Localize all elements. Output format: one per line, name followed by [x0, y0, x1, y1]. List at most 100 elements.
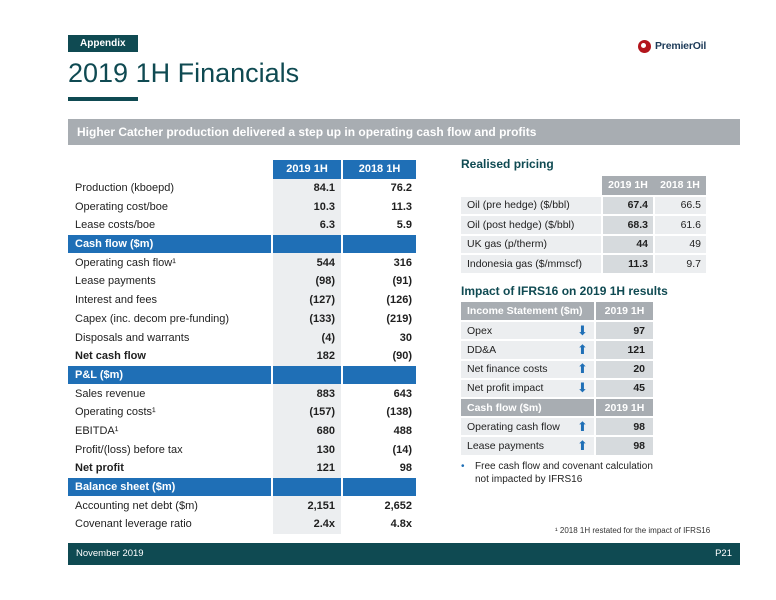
value-2018: 11.3	[341, 197, 416, 217]
impact-row: Net profit impact ⬇ 45	[461, 378, 653, 399]
page-number: P21	[715, 548, 732, 559]
table-row: Operating cost/boe 10.3 11.3	[68, 197, 416, 217]
value-2018: (91)	[341, 272, 416, 291]
section-label: Income Statement ($m)	[461, 302, 595, 323]
row-label: EBITDA¹	[75, 424, 119, 437]
section-label: Cash flow ($m)	[68, 234, 272, 254]
value-2019: 544	[271, 253, 342, 273]
row-label: Lease payments	[461, 436, 571, 457]
value-2019: 680	[271, 421, 342, 441]
table-row: Covenant leverage ratio 2.4x 4.8x	[68, 515, 416, 534]
column-header-2019: 2019 1H	[271, 160, 342, 179]
value-2018: 643	[341, 384, 416, 403]
arrow-up-icon: ⬆	[571, 436, 595, 457]
ifrs16-title: Impact of IFRS16 on 2019 1H results	[461, 284, 668, 298]
row-label: Production (kboepd)	[75, 182, 175, 195]
table-row: Disposals and warrants (4) 30	[68, 328, 416, 347]
logo-icon	[638, 39, 651, 53]
row-label: Disposals and warrants	[75, 331, 190, 344]
value-2018: 2,652	[341, 496, 416, 516]
appendix-tag: Appendix	[68, 35, 138, 52]
row-label: Opex	[461, 321, 571, 342]
column-header-2019: 2019 1H	[594, 397, 653, 419]
pricing-row: UK gas (p/therm) 44 49	[461, 234, 706, 255]
header-blank	[68, 160, 272, 179]
value-2018: (138)	[341, 402, 416, 422]
value-2019: 6.3	[271, 216, 342, 235]
table-row: Accounting net debt ($m) 2,151 2,652	[68, 496, 416, 516]
table-row: Interest and fees (127) (126)	[68, 290, 416, 310]
value-2019: 10.3	[271, 197, 342, 217]
value-2019: 11.3	[601, 254, 654, 275]
header-blank	[461, 176, 602, 197]
value-2018: 9.7	[653, 254, 706, 275]
ifrs16-table: Income Statement ($m) 2019 1H Opex ⬇ 97 DD&A ⬆…	[461, 302, 653, 457]
value-2018	[341, 365, 416, 385]
row-label: Capex (inc. decom pre-funding)	[75, 312, 230, 325]
value-2019: 121	[271, 459, 342, 478]
value-2019: 98	[594, 417, 653, 438]
page-title: 2019 1H Financials	[68, 58, 300, 88]
row-label: Net profit	[75, 462, 124, 475]
value-2019	[271, 234, 342, 254]
bullet-icon: •	[461, 461, 465, 472]
impact-row: Opex ⬇ 97	[461, 321, 653, 342]
table-row: Net cash flow 182 (90)	[68, 346, 416, 366]
section-header-row: P&L ($m)	[68, 365, 416, 385]
row-label: Accounting net debt ($m)	[75, 499, 198, 512]
row-label: Operating cash flow	[461, 417, 571, 438]
value-2019: 2.4x	[271, 515, 342, 534]
premier-oil-logo: PremierOil	[638, 38, 706, 54]
value-2019: 182	[271, 346, 342, 366]
table-row: Capex (inc. decom pre-funding) (133) (219)	[68, 309, 416, 329]
value-2018: (14)	[341, 440, 416, 459]
value-2019: 67.4	[601, 195, 654, 216]
impact-row: Lease payments ⬆ 98	[461, 436, 653, 457]
footer-date: November 2019	[76, 548, 144, 559]
section-label: Cash flow ($m)	[461, 397, 595, 419]
row-label: UK gas (p/therm)	[461, 234, 602, 255]
value-2019: (4)	[271, 328, 342, 347]
value-2018: 30	[341, 328, 416, 347]
value-2019: (133)	[271, 309, 342, 329]
row-label: Sales revenue	[75, 387, 146, 400]
table-row: EBITDA¹ 680 488	[68, 421, 416, 441]
value-2019: 68.3	[601, 215, 654, 236]
arrow-down-icon: ⬇	[571, 378, 595, 399]
value-2019: (98)	[271, 272, 342, 291]
value-2018: 488	[341, 421, 416, 441]
row-label: Interest and fees	[75, 294, 157, 307]
value-2018: 61.6	[653, 215, 706, 236]
value-2019: 45	[594, 378, 653, 399]
row-label: Lease costs/boe	[75, 219, 156, 232]
footnote: ¹ 2018 1H restated for the impact of IFR…	[555, 526, 711, 535]
value-2019: 98	[594, 436, 653, 457]
table-row: Operating costs¹ (157) (138)	[68, 402, 416, 422]
value-2019: 84.1	[271, 178, 342, 198]
ifrs16-note: • Free cash flow and covenant calculatio…	[461, 460, 661, 486]
row-label: DD&A	[461, 340, 571, 361]
value-2019: 121	[594, 340, 653, 361]
table-row: Lease payments (98) (91)	[68, 272, 416, 291]
row-label: Operating costs¹	[75, 406, 156, 419]
arrow-up-icon: ⬆	[571, 340, 595, 361]
value-2019: 20	[594, 359, 653, 380]
logo-text: PremierOil	[655, 40, 707, 52]
table-row: Sales revenue 883 643	[68, 384, 416, 403]
column-header-2019: 2019 1H	[594, 302, 653, 323]
section-label: Balance sheet ($m)	[68, 477, 272, 497]
table-row: Net profit 121 98	[68, 459, 416, 478]
value-2018	[341, 477, 416, 497]
value-2018: (126)	[341, 290, 416, 310]
row-label: Net profit impact	[461, 378, 571, 399]
value-2018: 76.2	[341, 178, 416, 198]
value-2019: 97	[594, 321, 653, 342]
headline-banner: Higher Catcher production delivered a st…	[68, 119, 740, 145]
impact-row: Operating cash flow ⬆ 98	[461, 417, 653, 438]
financials-table: 2019 1H 2018 1H Production (kboepd) 84.1 7…	[68, 160, 416, 534]
value-2018: 4.8x	[341, 515, 416, 534]
pricing-row: Indonesia gas ($/mmscf) 11.3 9.7	[461, 254, 706, 275]
value-2018: (90)	[341, 346, 416, 366]
arrow-up-icon: ⬆	[571, 359, 595, 380]
row-label: Lease payments	[75, 275, 156, 288]
